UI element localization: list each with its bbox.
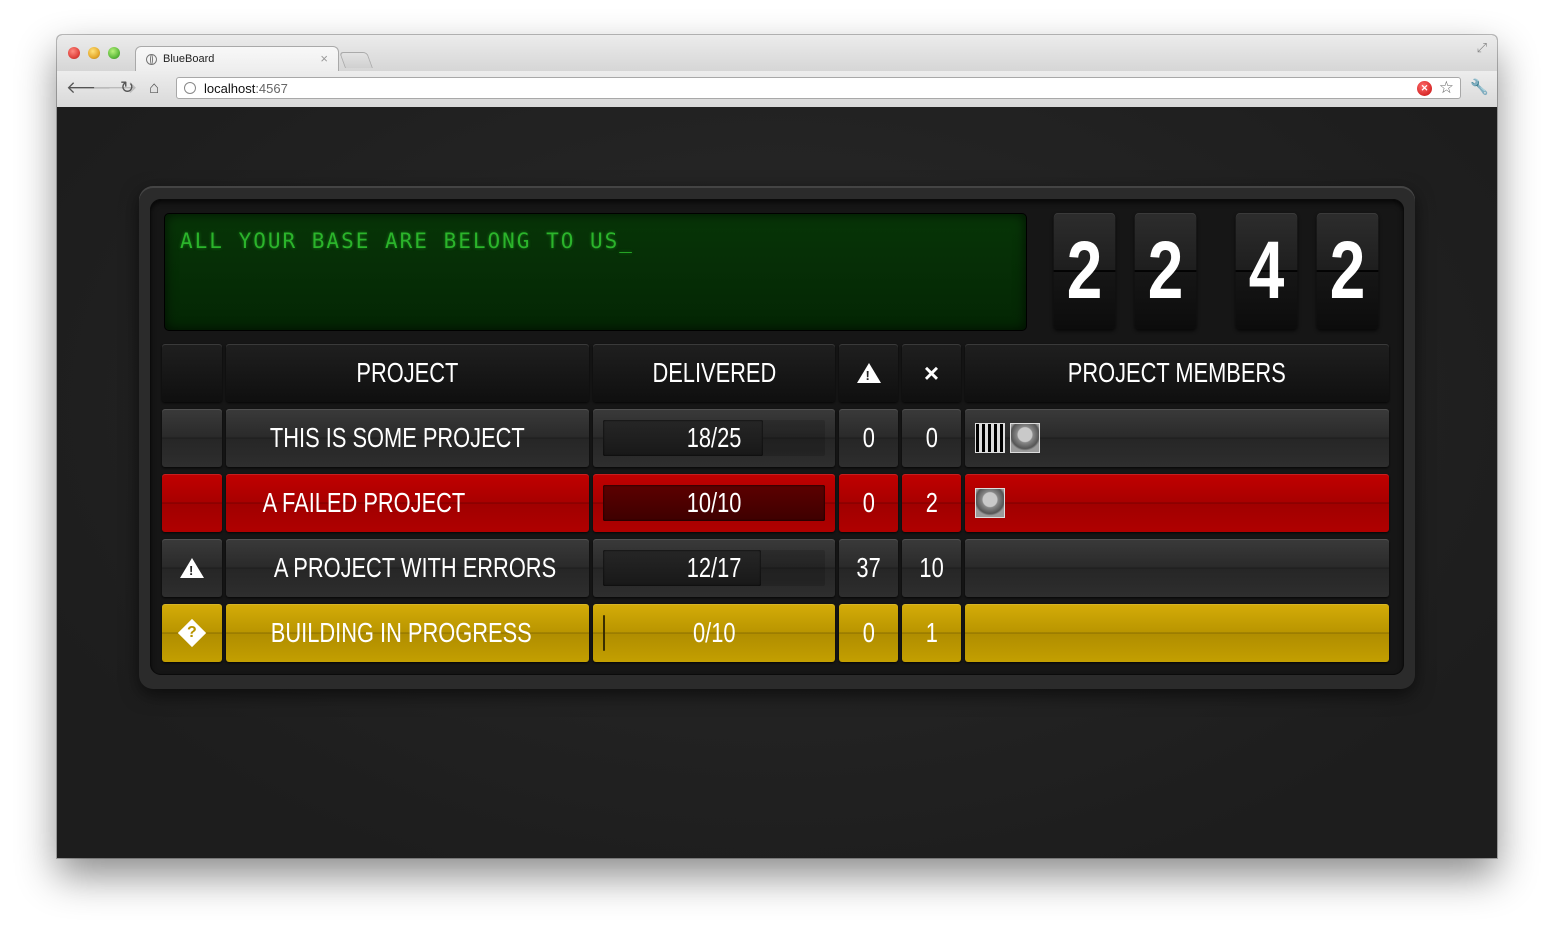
building-icon: ?: [177, 618, 207, 648]
warnings-count: 0: [839, 474, 898, 532]
fullscreen-icon[interactable]: ⤢: [1477, 40, 1487, 56]
new-tab-button[interactable]: [339, 52, 373, 68]
header-status: [162, 344, 222, 402]
clock-digit: 2: [1053, 213, 1116, 329]
failures-count: 2: [902, 474, 961, 532]
table-header: PROJECT DELIVERED × PROJECT MEMBERS: [162, 344, 1390, 402]
url-text: localhost:4567: [204, 81, 288, 96]
progress-bar: 18/25: [603, 420, 825, 456]
page-content: ALL YOUR BASE ARE BELONG TO US_ 2 2 4 2 …: [57, 107, 1497, 858]
close-x-icon: ×: [923, 357, 940, 388]
message-display: ALL YOUR BASE ARE BELONG TO US_: [164, 213, 1027, 331]
warning-icon: [180, 558, 204, 578]
warning-icon: [856, 363, 881, 383]
progress-label: 0/10: [692, 617, 736, 648]
reload-icon[interactable]: ↻: [120, 79, 134, 97]
minimize-window-button[interactable]: [88, 47, 100, 59]
header-warnings: [839, 344, 898, 402]
table-row[interactable]: A PROJECT WITH ERRORS 12/17 37 10: [162, 539, 1390, 597]
progress-label: 12/17: [686, 552, 742, 583]
table-row[interactable]: ? BUILDING IN PROGRESS 0/10 0 1: [162, 604, 1390, 662]
browser-window: BlueBoard × ⤢ 🡐 🡒 ↻ ⌂ localhost:4567 ✕ ☆…: [57, 35, 1497, 858]
members-cell: [965, 539, 1389, 597]
clock-digit: 2: [1316, 213, 1379, 329]
header-members: PROJECT MEMBERS: [965, 344, 1389, 402]
status-cell: ?: [162, 604, 222, 662]
members-cell: [965, 474, 1389, 532]
tab-title: BlueBoard: [163, 53, 215, 65]
failures-count: 0: [902, 409, 961, 467]
board-frame: ALL YOUR BASE ARE BELONG TO US_ 2 2 4 2 …: [139, 186, 1415, 689]
extension-icon[interactable]: ✕: [1417, 81, 1432, 96]
delivered-cell: 0/10: [593, 604, 835, 662]
failures-count: 1: [902, 604, 961, 662]
status-cell: [162, 474, 222, 532]
home-icon[interactable]: ⌂: [149, 79, 159, 97]
progress-label: 18/25: [686, 422, 742, 453]
warnings-count: 37: [839, 539, 898, 597]
project-name: THIS IS SOME PROJECT: [226, 409, 589, 467]
progress-bar: 10/10: [603, 485, 825, 521]
delivered-cell: 18/25: [593, 409, 835, 467]
avatar[interactable]: [975, 488, 1005, 518]
members-cell: [965, 604, 1389, 662]
tab-close-icon[interactable]: ×: [320, 51, 328, 66]
message-text: ALL YOUR BASE ARE BELONG TO US_: [180, 229, 634, 253]
globe-icon: [184, 82, 196, 94]
progress-fill: [603, 615, 605, 651]
members-cell: [965, 409, 1389, 467]
table-row[interactable]: THIS IS SOME PROJECT 18/25 0 0: [162, 409, 1390, 467]
warnings-count: 0: [839, 409, 898, 467]
wrench-icon[interactable]: 🔧: [1470, 78, 1489, 96]
progress-label: 10/10: [686, 487, 742, 518]
browser-tab[interactable]: BlueBoard ×: [135, 46, 339, 73]
delivered-cell: 12/17: [593, 539, 835, 597]
header-delivered: DELIVERED: [593, 344, 835, 402]
header-project: PROJECT: [226, 344, 589, 402]
close-window-button[interactable]: [68, 47, 80, 59]
star-icon[interactable]: ☆: [1439, 78, 1454, 98]
globe-icon: [146, 54, 157, 65]
failures-count: 10: [902, 539, 961, 597]
project-name: A FAILED PROJECT: [226, 474, 589, 532]
table-row[interactable]: A FAILED PROJECT 10/10 0 2: [162, 474, 1390, 532]
clock-digit: 4: [1235, 213, 1298, 329]
progress-bar: 0/10: [603, 615, 825, 651]
project-name: A PROJECT WITH ERRORS: [226, 539, 589, 597]
browser-toolbar: 🡐 🡒 ↻ ⌂ localhost:4567 ✕ ☆ 🔧: [57, 71, 1497, 108]
board: ALL YOUR BASE ARE BELONG TO US_ 2 2 4 2 …: [150, 199, 1404, 675]
warnings-count: 0: [839, 604, 898, 662]
address-bar[interactable]: localhost:4567 ✕ ☆: [176, 77, 1461, 99]
delivered-cell: 10/10: [593, 474, 835, 532]
status-cell: [162, 409, 222, 467]
avatar[interactable]: [1010, 423, 1040, 453]
progress-bar: 12/17: [603, 550, 825, 586]
project-name: BUILDING IN PROGRESS: [226, 604, 589, 662]
avatar[interactable]: [975, 423, 1005, 453]
zoom-window-button[interactable]: [108, 47, 120, 59]
clock-digit: 2: [1134, 213, 1197, 329]
header-failures: ×: [902, 344, 961, 402]
status-cell: [162, 539, 222, 597]
title-bar: BlueBoard × ⤢: [57, 35, 1497, 73]
